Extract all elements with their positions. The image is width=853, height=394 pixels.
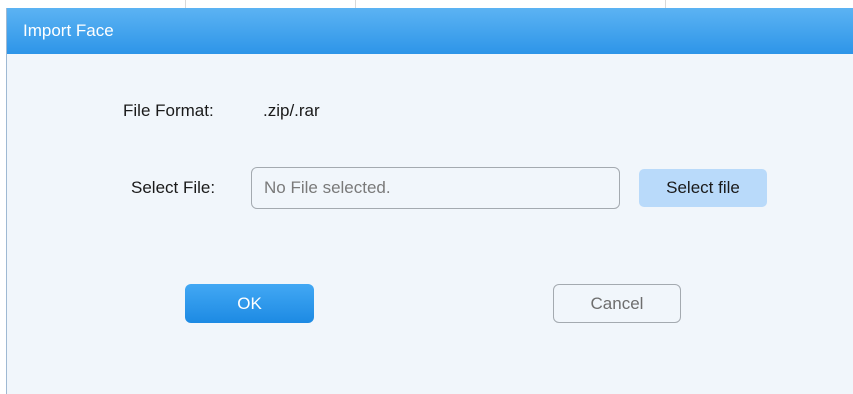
select-file-label: Select File: <box>131 178 216 197</box>
import-face-dialog: Import Face File Format: .zip/.rar Selec… <box>6 8 853 394</box>
background-grid-line <box>355 0 356 8</box>
selected-file-field[interactable] <box>251 167 620 209</box>
ok-button[interactable]: OK <box>185 284 314 323</box>
dialog-title: Import Face <box>23 21 114 40</box>
file-format-value: .zip/.rar <box>263 101 320 120</box>
background-grid-line <box>185 0 186 8</box>
select-file-button[interactable]: Select file <box>639 169 767 207</box>
dialog-title-bar: Import Face <box>7 8 853 54</box>
file-format-label: File Format: <box>123 101 214 120</box>
cancel-button[interactable]: Cancel <box>553 284 681 323</box>
background-grid-line <box>665 0 666 8</box>
